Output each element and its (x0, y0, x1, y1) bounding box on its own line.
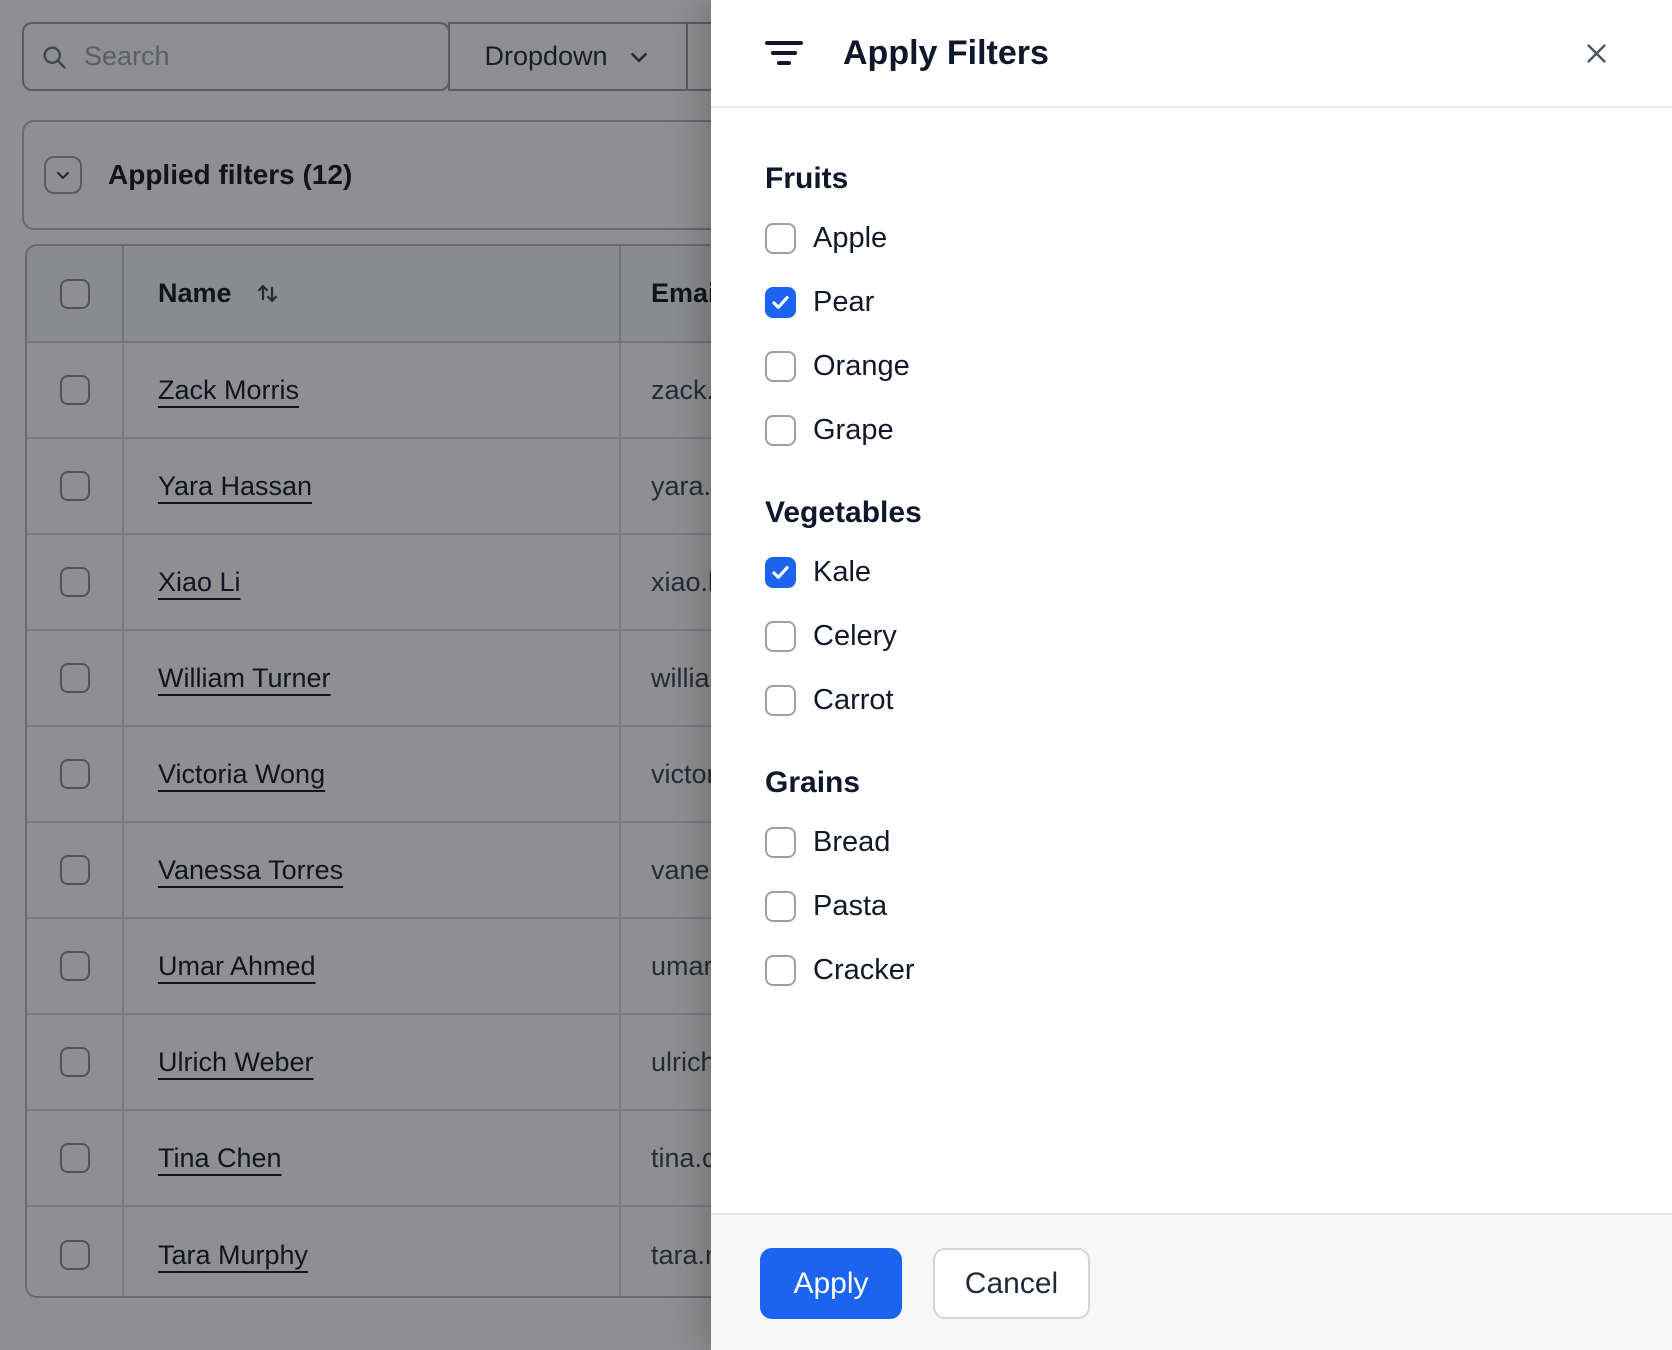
check-icon (772, 295, 789, 309)
checkbox-unchecked[interactable] (765, 684, 796, 716)
filter-option-label: Kale (813, 555, 872, 588)
filter-option[interactable]: Celery (765, 604, 1618, 668)
filter-option[interactable]: Carrot (765, 668, 1618, 732)
checkbox-unchecked[interactable] (765, 890, 796, 922)
drawer-footer: Apply Cancel (711, 1213, 1672, 1350)
filter-icon (765, 40, 803, 66)
checkbox-unchecked[interactable] (765, 954, 796, 986)
filter-option-label: Orange (813, 349, 910, 382)
filter-option-label: Pear (813, 285, 875, 318)
filter-group: Fruits Apple Pear Orange Grape (765, 164, 1618, 462)
drawer-title: Apply Filters (843, 33, 1049, 72)
checkbox-unchecked[interactable] (765, 620, 796, 652)
filter-group-label: Vegetables (765, 496, 922, 529)
filters-drawer: Apply Filters Fruits Apple Pear Orange Grape… (711, 0, 1672, 1350)
checkbox-unchecked[interactable] (765, 222, 796, 254)
filter-option[interactable]: Grape (765, 398, 1618, 462)
filter-option[interactable]: Cracker (765, 938, 1618, 1002)
drawer-header: Apply Filters (711, 0, 1672, 108)
filter-group: Vegetables Kale Celery Carrot (765, 498, 1618, 732)
filter-option[interactable]: Apple (765, 206, 1618, 270)
checkbox-checked[interactable] (765, 556, 796, 588)
drawer-body: Fruits Apple Pear Orange Grape Vegetables Kale… (711, 108, 1672, 1213)
check-icon (772, 565, 789, 579)
close-icon (1586, 43, 1606, 63)
close-button[interactable] (1574, 31, 1618, 75)
filter-group-label: Fruits (765, 162, 849, 195)
filter-option[interactable]: Pasta (765, 874, 1618, 938)
filter-option[interactable]: Orange (765, 334, 1618, 398)
filter-group-label: Grains (765, 766, 861, 799)
checkbox-checked[interactable] (765, 286, 796, 318)
checkbox-unchecked[interactable] (765, 826, 796, 858)
checkbox-unchecked[interactable] (765, 414, 796, 446)
filter-option[interactable]: Kale (765, 540, 1618, 604)
checkbox-unchecked[interactable] (765, 350, 796, 382)
cancel-button[interactable]: Cancel (933, 1248, 1090, 1319)
filter-option-label: Pasta (813, 889, 888, 922)
filter-option-label: Cracker (813, 953, 915, 986)
filter-option[interactable]: Pear (765, 270, 1618, 334)
apply-button[interactable]: Apply (760, 1248, 902, 1319)
filter-option-label: Apple (813, 221, 888, 254)
filter-option-label: Carrot (813, 683, 894, 716)
filter-group: Grains Bread Pasta Cracker (765, 768, 1618, 1002)
filter-option-label: Bread (813, 825, 891, 858)
filter-option[interactable]: Bread (765, 810, 1618, 874)
filter-option-label: Grape (813, 413, 894, 446)
app-screen: Dropdown Applied filters (12) (0, 0, 1672, 1350)
filter-option-label: Celery (813, 619, 897, 652)
